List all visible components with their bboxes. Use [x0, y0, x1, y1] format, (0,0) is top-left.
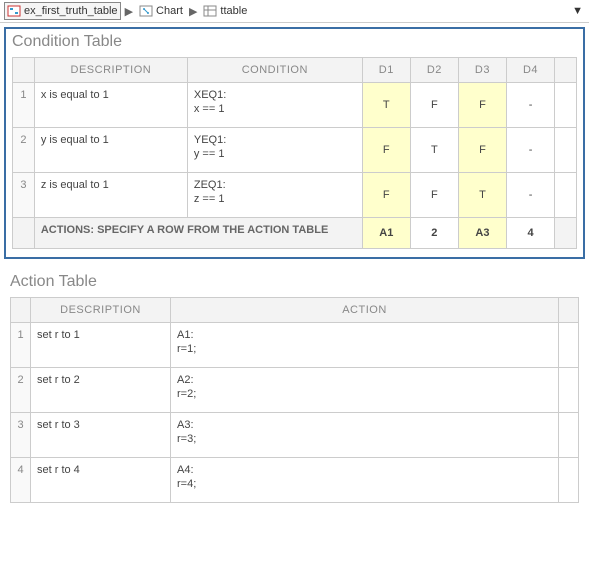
- table-row[interactable]: 2 set r to 2 A2:r=2;: [11, 368, 579, 413]
- header-d4: D4: [506, 58, 554, 83]
- header-rownum: [13, 58, 35, 83]
- action-table-title: Action Table: [4, 269, 585, 297]
- row-number: 4: [11, 458, 31, 503]
- cell-d2[interactable]: F: [410, 83, 458, 128]
- breadcrumb-separator: ▶: [189, 5, 197, 18]
- cell-condition[interactable]: YEQ1:y == 1: [187, 128, 362, 173]
- model-icon: [7, 4, 21, 18]
- cell-d3[interactable]: F: [458, 128, 506, 173]
- header-condition: CONDITION: [187, 58, 362, 83]
- cell-d2[interactable]: F: [410, 173, 458, 218]
- cell-d2[interactable]: T: [410, 128, 458, 173]
- table-row[interactable]: 3 z is equal to 1 ZEQ1:z == 1 F F T -: [13, 173, 577, 218]
- condition-table: DESCRIPTION CONDITION D1 D2 D3 D4 1 x is…: [12, 57, 577, 249]
- cell-d1[interactable]: T: [362, 83, 410, 128]
- table-header-row: DESCRIPTION CONDITION D1 D2 D3 D4: [13, 58, 577, 83]
- cell-d4[interactable]: -: [506, 173, 554, 218]
- row-number: 1: [13, 83, 35, 128]
- cell-action[interactable]: A3:r=3;: [171, 413, 559, 458]
- breadcrumb-label: ex_first_truth_table: [24, 5, 118, 17]
- breadcrumb-label: ttable: [220, 5, 247, 17]
- condition-table-panel: Condition Table DESCRIPTION CONDITION D1…: [4, 27, 585, 259]
- cell-d1[interactable]: F: [362, 173, 410, 218]
- actions-row: ACTIONS: SPECIFY A ROW FROM THE ACTION T…: [13, 218, 577, 249]
- cell-action[interactable]: A4:r=4;: [171, 458, 559, 503]
- cell-description[interactable]: y is equal to 1: [34, 128, 187, 173]
- cell-action[interactable]: A1:r=1;: [171, 323, 559, 368]
- actions-row-label: ACTIONS: SPECIFY A ROW FROM THE ACTION T…: [34, 218, 362, 249]
- cell-d3[interactable]: F: [458, 83, 506, 128]
- actions-cell-d2[interactable]: 2: [410, 218, 458, 249]
- breadcrumb-item-chart[interactable]: Chart: [137, 3, 185, 19]
- header-description: DESCRIPTION: [34, 58, 187, 83]
- header-end: [555, 58, 577, 83]
- cell-condition[interactable]: XEQ1:x == 1: [187, 83, 362, 128]
- cell-description[interactable]: set r to 3: [31, 413, 171, 458]
- header-action: ACTION: [171, 298, 559, 323]
- cell-description[interactable]: set r to 1: [31, 323, 171, 368]
- table-icon: [203, 4, 217, 18]
- table-row[interactable]: 1 x is equal to 1 XEQ1:x == 1 T F F -: [13, 83, 577, 128]
- cell-d4[interactable]: -: [506, 83, 554, 128]
- cell-condition[interactable]: ZEQ1:z == 1: [187, 173, 362, 218]
- actions-cell-d3[interactable]: A3: [458, 218, 506, 249]
- row-number: 2: [13, 128, 35, 173]
- table-row[interactable]: 2 y is equal to 1 YEQ1:y == 1 F T F -: [13, 128, 577, 173]
- table-row[interactable]: 4 set r to 4 A4:r=4;: [11, 458, 579, 503]
- cell-description[interactable]: set r to 2: [31, 368, 171, 413]
- row-number: 3: [13, 173, 35, 218]
- header-d1: D1: [362, 58, 410, 83]
- cell-d1[interactable]: F: [362, 128, 410, 173]
- table-row[interactable]: 1 set r to 1 A1:r=1;: [11, 323, 579, 368]
- table-row[interactable]: 3 set r to 3 A3:r=3;: [11, 413, 579, 458]
- chart-icon: [139, 4, 153, 18]
- breadcrumb-item-ttable[interactable]: ttable: [201, 3, 249, 19]
- header-end: [559, 298, 579, 323]
- action-table-panel: Action Table DESCRIPTION ACTION 1 set r …: [4, 269, 585, 503]
- cell-description[interactable]: z is equal to 1: [34, 173, 187, 218]
- cell-action[interactable]: A2:r=2;: [171, 368, 559, 413]
- cell-d4[interactable]: -: [506, 128, 554, 173]
- table-header-row: DESCRIPTION ACTION: [11, 298, 579, 323]
- header-description: DESCRIPTION: [31, 298, 171, 323]
- dropdown-arrow-icon[interactable]: ▼: [572, 5, 583, 17]
- actions-cell-d1[interactable]: A1: [362, 218, 410, 249]
- condition-table-title: Condition Table: [6, 29, 583, 57]
- breadcrumb-item-model[interactable]: ex_first_truth_table: [4, 2, 121, 20]
- cell-description[interactable]: set r to 4: [31, 458, 171, 503]
- header-d3: D3: [458, 58, 506, 83]
- cell-description[interactable]: x is equal to 1: [34, 83, 187, 128]
- row-number: 1: [11, 323, 31, 368]
- actions-cell-d4[interactable]: 4: [506, 218, 554, 249]
- cell-d3[interactable]: T: [458, 173, 506, 218]
- action-table: DESCRIPTION ACTION 1 set r to 1 A1:r=1; …: [10, 297, 579, 503]
- header-rownum: [11, 298, 31, 323]
- header-d2: D2: [410, 58, 458, 83]
- breadcrumb-separator: ▶: [125, 5, 133, 18]
- row-number: 2: [11, 368, 31, 413]
- breadcrumb: ex_first_truth_table ▶ Chart ▶ ttable ▼: [0, 0, 589, 23]
- breadcrumb-label: Chart: [156, 5, 183, 17]
- row-number: 3: [11, 413, 31, 458]
